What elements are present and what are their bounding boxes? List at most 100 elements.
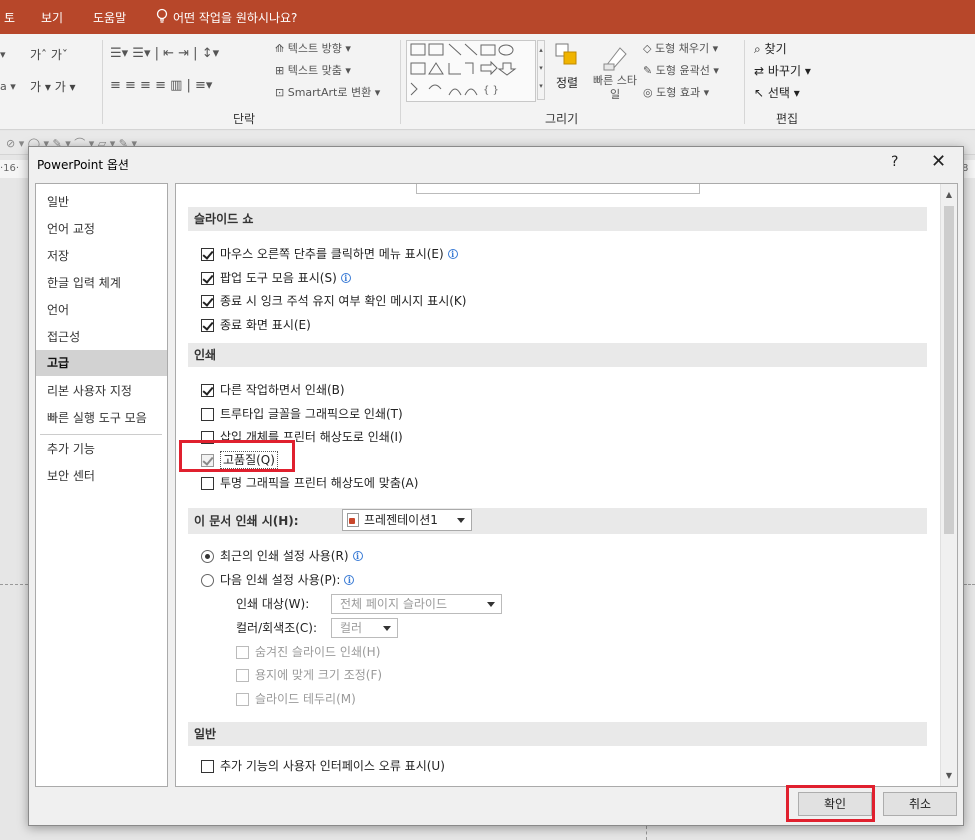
quick-styles-button[interactable]: 빠른 스타일 bbox=[592, 74, 638, 102]
checkbox[interactable] bbox=[236, 668, 249, 682]
shape-effects-button[interactable]: ◎ 도형 효과 ▾ bbox=[643, 84, 709, 100]
print-target-label: 인쇄 대상(W): bbox=[236, 597, 310, 611]
option-frame-slides[interactable]: 슬라이드 테두리(M) bbox=[236, 689, 356, 709]
chevron-down-icon bbox=[487, 602, 495, 607]
radio-button[interactable] bbox=[201, 549, 214, 563]
tab-help[interactable]: 도움말 bbox=[93, 9, 126, 26]
checkbox[interactable] bbox=[201, 247, 214, 261]
nav-advanced[interactable]: 고급 bbox=[36, 350, 167, 376]
text-align-button[interactable]: ⊞ 텍스트 맞춤 ▾ bbox=[275, 62, 351, 78]
quick-styles-icon bbox=[603, 47, 627, 71]
print-target-dropdown[interactable]: 전체 페이지 슬라이드 bbox=[331, 594, 502, 614]
checkbox[interactable] bbox=[201, 476, 214, 490]
color-grayscale-label: 컬러/회색조(C): bbox=[236, 621, 318, 635]
bullets-icon[interactable]: ☰▾ ☰▾ | ⇤ ⇥ | ↕▾ bbox=[110, 46, 219, 61]
option-background-print[interactable]: 다른 작업하면서 인쇄(B) bbox=[201, 380, 345, 400]
group-paragraph-label: 단락 bbox=[233, 112, 256, 126]
font-size-dropdown[interactable]: ▾ bbox=[0, 48, 6, 61]
group-editing-label: 편집 bbox=[776, 112, 799, 126]
cancel-button[interactable]: 취소 bbox=[883, 792, 957, 816]
radio-recent-settings[interactable]: 최근의 인쇄 설정 사용(R) i bbox=[201, 546, 363, 566]
color-grayscale-dropdown[interactable]: 컬러 bbox=[331, 618, 398, 638]
option-keep-ink[interactable]: 종료 시 잉크 주석 유지 여부 확인 메시지 표시(K) bbox=[201, 291, 466, 311]
section-print-header: 인쇄 bbox=[188, 343, 927, 367]
checkbox[interactable] bbox=[201, 271, 214, 285]
option-addin-ui-errors[interactable]: 추가 기능의 사용자 인터페이스 오류 표시(U) bbox=[201, 756, 445, 776]
option-print-hidden-slides[interactable]: 숨겨진 슬라이드 인쇄(H) bbox=[236, 642, 380, 662]
nav-general[interactable]: 일반 bbox=[36, 189, 167, 215]
shape-outline-button[interactable]: ✎ 도형 윤곽선 ▾ bbox=[643, 62, 719, 78]
print-document-dropdown[interactable]: 프레젠테이션1 bbox=[342, 509, 472, 531]
guide-line bbox=[964, 584, 975, 585]
tab-view[interactable]: 보기 bbox=[41, 9, 63, 26]
nav-trust-center[interactable]: 보안 센터 bbox=[36, 463, 167, 489]
checkbox[interactable] bbox=[201, 294, 214, 308]
nav-language[interactable]: 언어 bbox=[36, 297, 167, 323]
dialog-title: PowerPoint 옵션 bbox=[37, 158, 129, 172]
nav-divider bbox=[40, 434, 162, 435]
nav-korean-input[interactable]: 한글 입력 체계 bbox=[36, 270, 167, 296]
close-icon[interactable]: ✕ bbox=[931, 151, 946, 172]
option-right-click-menu[interactable]: 마우스 오른쪽 단추를 클릭하면 메뉴 표시(E) i bbox=[201, 244, 458, 264]
info-icon: i bbox=[352, 551, 363, 561]
option-label: 다른 작업하면서 인쇄(B) bbox=[220, 383, 345, 397]
option-fit-to-paper[interactable]: 용지에 맞게 크기 조정(F) bbox=[236, 665, 382, 685]
find-button[interactable]: ⌕ 찾기 bbox=[754, 40, 787, 57]
nav-save[interactable]: 저장 bbox=[36, 243, 167, 269]
checkbox[interactable] bbox=[201, 407, 214, 421]
nav-addins[interactable]: 추가 기능 bbox=[36, 436, 167, 462]
option-label: 다음 인쇄 설정 사용(P): bbox=[220, 573, 341, 587]
font-color-partial[interactable]: a ▾ bbox=[0, 80, 16, 93]
grow-font-icon[interactable]: 가ˆ 가ˇ bbox=[30, 46, 68, 63]
options-nav: 일반 언어 교정 저장 한글 입력 체계 언어 접근성 고급 리본 사용자 지정… bbox=[35, 183, 168, 787]
vertical-scrollbar[interactable]: ▲ ▼ bbox=[940, 184, 957, 786]
color-grayscale-value: 컬러 bbox=[340, 621, 363, 635]
chevron-down-icon bbox=[457, 518, 465, 523]
scroll-up-icon[interactable]: ▲ bbox=[941, 187, 957, 203]
option-transparent-graphics[interactable]: 투명 그래픽을 프린터 해상도에 맞춤(A) bbox=[201, 473, 418, 493]
checkbox[interactable] bbox=[236, 692, 249, 706]
select-button[interactable]: ↖ 선택 ▾ bbox=[754, 84, 800, 101]
section-print-document-header: 이 문서 인쇄 시(H): bbox=[188, 508, 927, 534]
ruler-left-label: ·16· bbox=[0, 163, 20, 174]
tell-me-search[interactable]: 어떤 작업을 원하시나요? bbox=[173, 9, 297, 26]
ribbon: ▾ 가ˆ 가ˇ a ▾ 가 ▾ 가 ▾ ☰▾ ☰▾ | ⇤ ⇥ | ↕▾ ≡ ≡… bbox=[0, 34, 975, 130]
checkbox[interactable] bbox=[201, 318, 214, 332]
option-label: 종료 시 잉크 주석 유지 여부 확인 메시지 표시(K) bbox=[220, 294, 467, 308]
scrollbar-thumb[interactable] bbox=[944, 206, 954, 534]
option-label: 추가 기능의 사용자 인터페이스 오류 표시(U) bbox=[220, 759, 445, 773]
arrange-icon bbox=[555, 43, 577, 65]
section-general-header: 일반 bbox=[188, 722, 927, 746]
option-label: 슬라이드 테두리(M) bbox=[255, 692, 356, 706]
text-direction-button[interactable]: ⟰ 텍스트 방향 ▾ bbox=[275, 40, 351, 56]
replace-button[interactable]: ⇄ 바꾸기 ▾ bbox=[754, 62, 811, 79]
checkbox[interactable] bbox=[201, 759, 214, 773]
partial-dropdown[interactable] bbox=[416, 184, 700, 194]
arrange-button[interactable]: 정렬 bbox=[556, 74, 578, 91]
checkbox[interactable] bbox=[236, 645, 249, 659]
char-spacing-icon[interactable]: 가 ▾ 가 ▾ bbox=[30, 78, 76, 95]
option-popup-toolbar[interactable]: 팝업 도구 모음 표시(S) i bbox=[201, 268, 351, 288]
print-target-value: 전체 페이지 슬라이드 bbox=[340, 597, 447, 611]
shapes-gallery[interactable]: { } bbox=[406, 40, 536, 102]
tab-review-partial[interactable]: 토 bbox=[4, 9, 15, 26]
checkbox[interactable] bbox=[201, 383, 214, 397]
radio-button[interactable] bbox=[201, 573, 214, 587]
help-button[interactable]: ? bbox=[891, 154, 898, 170]
divider bbox=[400, 40, 401, 124]
option-label: 마우스 오른쪽 단추를 클릭하면 메뉴 표시(E) bbox=[220, 247, 444, 261]
gallery-scroll[interactable]: ▴ ▾ ▾ bbox=[537, 40, 545, 100]
nav-quick-access-toolbar[interactable]: 빠른 실행 도구 모음 bbox=[36, 405, 167, 431]
align-icons[interactable]: ≡ ≡ ≡ ≡ ▥ | ≡▾ bbox=[110, 78, 212, 93]
info-icon: i bbox=[344, 575, 355, 585]
lightbulb-icon bbox=[156, 8, 168, 23]
smartart-button[interactable]: ⊡ SmartArt로 변환 ▾ bbox=[275, 84, 380, 100]
option-truetype-graphics[interactable]: 트루타입 글꼴을 그래픽으로 인쇄(T) bbox=[201, 404, 403, 424]
scroll-down-icon[interactable]: ▼ bbox=[941, 768, 957, 784]
nav-accessibility[interactable]: 접근성 bbox=[36, 324, 167, 350]
radio-following-settings[interactable]: 다음 인쇄 설정 사용(P): i bbox=[201, 570, 355, 590]
nav-proofing[interactable]: 언어 교정 bbox=[36, 216, 167, 242]
option-end-black-slide[interactable]: 종료 화면 표시(E) bbox=[201, 315, 311, 335]
shape-fill-button[interactable]: ◇ 도형 채우기 ▾ bbox=[643, 40, 718, 56]
nav-customize-ribbon[interactable]: 리본 사용자 지정 bbox=[36, 378, 167, 404]
